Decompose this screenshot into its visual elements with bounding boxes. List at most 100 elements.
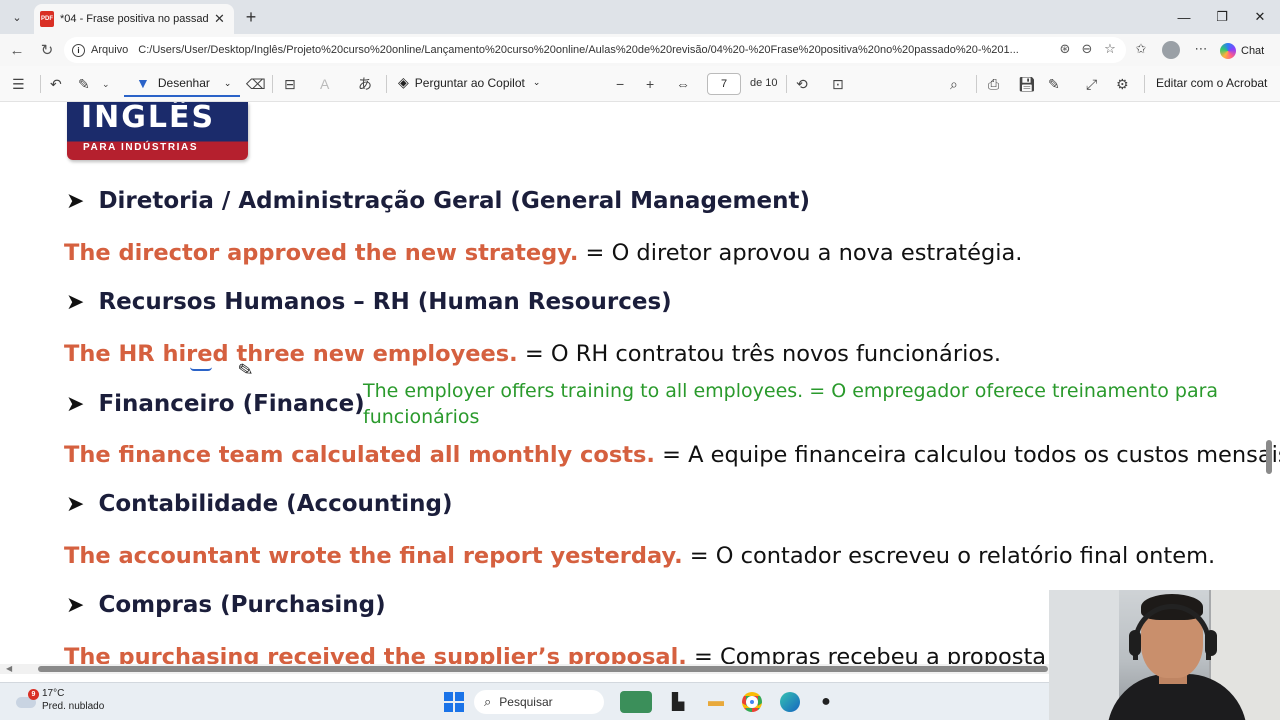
eraser-icon[interactable]: ⌫ — [246, 74, 266, 94]
highlight-icon[interactable]: ✎ — [78, 74, 90, 94]
toolbar-divider — [1144, 75, 1145, 93]
english-sentence: The HR hired three new employees. — [64, 341, 518, 367]
toolbar-divider — [786, 75, 787, 93]
chat-label: Chat — [1241, 45, 1265, 57]
zoom-in-icon[interactable]: + — [646, 74, 654, 94]
ask-copilot-button[interactable]: ◈ Perguntar ao Copilot ⌄ — [398, 74, 540, 91]
heading-text: Recursos Humanos – RH (Human Resources) — [98, 289, 672, 315]
tab-strip: ⌄ PDF *04 - Frase positiva no passado - … — [0, 0, 1280, 34]
close-window-button[interactable]: ✕ — [1246, 6, 1274, 28]
logo-sub-text: PARA INDÚSTRIAS — [83, 142, 199, 153]
highlight-chevron-icon[interactable]: ⌄ — [102, 74, 110, 94]
copilot-outline-icon: ◈ — [398, 74, 409, 90]
english-sentence: The accountant wrote the final report ye… — [64, 543, 683, 569]
toolbar-divider — [976, 75, 977, 93]
tab-close-icon[interactable]: ✕ — [214, 11, 225, 27]
text-box-icon[interactable]: ⊟ — [284, 74, 296, 94]
portuguese-translation: = O RH contratou três novos funcionários… — [517, 341, 1001, 367]
toolbar-divider — [272, 75, 273, 93]
contents-icon[interactable]: ☰ — [12, 74, 25, 94]
portuguese-translation: = A equipe financeira calculou todos os … — [654, 442, 1280, 468]
example-sentence: The HR hired three new employees. = O RH… — [64, 341, 1001, 367]
reload-icon[interactable]: ↻ — [36, 39, 58, 61]
print-icon[interactable]: ⎙ — [988, 74, 999, 94]
section-heading: ➤ Contabilidade (Accounting) — [66, 491, 453, 517]
weather-badge: 9 — [28, 689, 39, 700]
save-icon[interactable]: 💾︎ — [1018, 74, 1036, 94]
example-sentence: The director approved the new strategy. … — [64, 240, 1022, 266]
start-windows-icon[interactable] — [442, 690, 466, 714]
copilot-chat-button[interactable]: Chat — [1220, 41, 1264, 61]
zoom-icon[interactable]: ⊖ — [1078, 40, 1096, 58]
fit-page-icon[interactable]: ⇔ — [676, 74, 690, 94]
widgets-icon[interactable] — [620, 691, 652, 713]
pdf-toolbar: ☰ ↶ ✎ ⌄ ▼ Desenhar ⌄ ⌫ ⊟ A あ ◈ Perguntar… — [0, 66, 1280, 102]
edge-icon[interactable] — [778, 690, 802, 714]
text-format-icon: A — [320, 76, 330, 92]
english-sentence: The finance team calculated all monthly … — [64, 442, 655, 468]
heading-text: Contabilidade (Accounting) — [98, 491, 453, 517]
translate-icon[interactable]: あ — [358, 74, 372, 94]
browser-tab[interactable]: PDF *04 - Frase positiva no passado - 1 … — [34, 4, 234, 34]
draw-button[interactable]: ▼ Desenhar ⌄ — [124, 71, 240, 97]
undo-icon[interactable]: ↶ — [50, 74, 62, 94]
zoom-out-icon[interactable]: − — [616, 74, 624, 94]
vertical-scrollbar[interactable] — [1266, 440, 1272, 474]
cloud-icon: 9 — [14, 689, 39, 709]
address-bar: ← ↻ i Arquivo C:/Users/User/Desktop/Ingl… — [0, 34, 1280, 66]
back-arrow-icon[interactable]: ← — [6, 39, 28, 61]
pdf-file-icon: PDF — [40, 11, 54, 27]
copilot-chevron-icon: ⌄ — [532, 77, 541, 87]
draw-label: Desenhar — [157, 76, 210, 90]
weather-desc: Pred. nublado — [42, 701, 105, 712]
toolbar-divider — [386, 75, 387, 93]
course-logo: INGLÊS PARA INDÚSTRIAS — [67, 102, 248, 160]
chrome-icon[interactable] — [740, 690, 764, 714]
file-explorer-icon[interactable]: ▬ — [704, 690, 728, 714]
tab-title: *04 - Frase positiva no passado - 1 — [60, 13, 208, 25]
horizontal-scroll-thumb[interactable] — [38, 666, 1048, 672]
minimize-button[interactable]: — — [1170, 6, 1198, 28]
weather-widget[interactable]: 9 17°C Pred. nublado — [14, 687, 104, 713]
portuguese-translation: = O contador escreveu o relatório final … — [682, 543, 1216, 569]
bullet-arrow-icon: ➤ — [66, 592, 85, 618]
copilot-icon — [1220, 43, 1236, 59]
page-number-input[interactable]: 7 — [707, 73, 741, 95]
bullet-arrow-icon: ➤ — [66, 188, 85, 214]
bullet-arrow-icon: ➤ — [66, 491, 85, 517]
save-as-icon[interactable]: ✎ — [1048, 74, 1060, 94]
ink-underline-annotation — [190, 367, 212, 371]
favorites-icon[interactable]: ✩ — [1132, 40, 1150, 58]
tab-list-chevron-icon[interactable]: ⌄ — [6, 6, 28, 28]
site-info-icon[interactable]: i — [72, 43, 85, 57]
ask-copilot-label: Perguntar ao Copilot — [414, 75, 525, 90]
favorite-star-icon[interactable]: ☆ — [1101, 40, 1119, 58]
profile-avatar[interactable] — [1162, 41, 1180, 59]
added-text-annotation[interactable]: The employer offers training to all empl… — [363, 378, 1273, 430]
search-label: Pesquisar — [499, 695, 553, 709]
taskbar-search[interactable]: ⌕ Pesquisar — [474, 690, 604, 714]
url-text: C:/Users/User/Desktop/Inglês/Projeto%20c… — [138, 44, 1019, 56]
settings-gear-icon[interactable]: ⚙ — [1116, 74, 1129, 94]
section-heading: ➤ Recursos Humanos – RH (Human Resources… — [66, 289, 672, 315]
read-aloud-icon[interactable]: ⊛ — [1056, 40, 1074, 58]
fullscreen-icon[interactable]: ⤢ — [1086, 74, 1097, 94]
rotate-icon[interactable]: ⟲ — [796, 74, 808, 94]
new-tab-button[interactable]: + — [240, 6, 262, 28]
edit-with-acrobat-button[interactable]: Editar com o Acrobat — [1156, 76, 1267, 90]
url-field[interactable]: i Arquivo C:/Users/User/Desktop/Inglês/P… — [64, 37, 1126, 63]
logo-main-text: INGLÊS — [81, 102, 216, 135]
scroll-left-icon[interactable]: ◀ — [6, 664, 12, 673]
section-heading: ➤ Compras (Purchasing) — [66, 592, 386, 618]
page-view-icon[interactable]: ⊡ — [832, 74, 844, 94]
terminal-icon[interactable]: ▙ — [666, 690, 690, 714]
draw-chevron-icon: ⌄ — [223, 77, 232, 88]
search-icon[interactable]: ⌕ — [950, 74, 958, 94]
pen-icon: ▼ — [136, 75, 150, 91]
obs-recorder-icon[interactable]: ● — [814, 690, 838, 714]
bullet-arrow-icon: ➤ — [66, 391, 85, 417]
page-total-label: de 10 — [750, 77, 778, 89]
maximize-button[interactable]: ❐ — [1208, 6, 1236, 28]
heading-text: Compras (Purchasing) — [98, 592, 386, 618]
more-menu-icon[interactable]: ⋯ — [1192, 40, 1210, 58]
